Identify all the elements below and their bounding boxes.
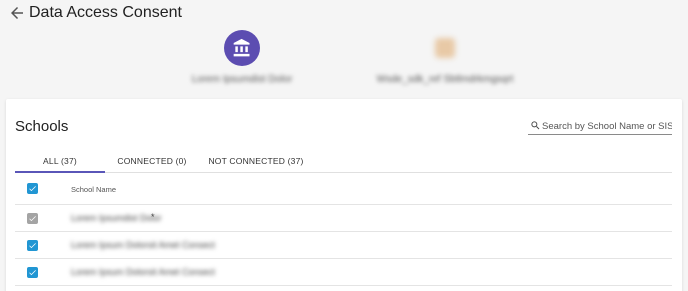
row-checkbox[interactable] [27, 267, 38, 278]
app-logo-icon [435, 38, 455, 58]
page-title: Data Access Consent [29, 4, 182, 21]
tab-connected[interactable]: CONNECTED (0) [115, 149, 189, 173]
application-logo [427, 30, 463, 66]
table-row: Lorem Ipsumdist Dolor * [15, 205, 672, 232]
select-all-checkbox[interactable] [27, 183, 38, 194]
row-checkbox-disabled [27, 213, 38, 224]
check-icon [29, 216, 36, 222]
table-row: Lorem Ipsum Dolorsit Amet Consect [15, 259, 672, 286]
tab-not-connected[interactable]: NOT CONNECTED (37) [201, 149, 311, 173]
schools-title: Schools [15, 118, 69, 135]
tab-bar: ALL (37) CONNECTED (0) NOT CONNECTED (37… [15, 149, 672, 173]
search-icon [531, 121, 540, 130]
required-mark: * [151, 212, 155, 222]
check-icon [29, 243, 36, 249]
search-input[interactable] [542, 119, 672, 133]
schools-card: Schools ALL (37) CONNECTED (0) NOT CONNE… [6, 99, 682, 291]
school-name: Lorem Ipsum Dolorsit Amet Consect [71, 240, 216, 250]
search-box[interactable] [528, 119, 672, 135]
school-name: Lorem Ipsumdist Dolor [71, 213, 162, 223]
application-name: Wsde_sdk_ref Sbtlmdrkmgsqrt [376, 74, 514, 85]
app-header: Data Access Consent [0, 0, 688, 28]
column-header-school-name: School Name [71, 185, 117, 194]
institution-name: Lorem Ipsumdist Dolor [191, 74, 293, 85]
tab-all[interactable]: ALL (37) [15, 149, 105, 173]
row-checkbox[interactable] [27, 240, 38, 251]
school-name: Lorem Ipsum Dolorsit Amet Consect [71, 267, 216, 277]
table-header-row: School Name [15, 174, 672, 205]
back-arrow-icon[interactable] [8, 4, 26, 22]
bank-icon [233, 38, 250, 57]
institution-avatar [224, 30, 260, 66]
table-row: Lorem Ipsum Dolorsit Amet Consect [15, 232, 672, 259]
active-tab-indicator [15, 171, 105, 173]
application-party: Wsde_sdk_ref Sbtlmdrkmgsqrt [372, 30, 518, 85]
check-icon [29, 270, 36, 276]
institution-party: Lorem Ipsumdist Dolor [190, 30, 294, 85]
check-icon [29, 186, 36, 192]
